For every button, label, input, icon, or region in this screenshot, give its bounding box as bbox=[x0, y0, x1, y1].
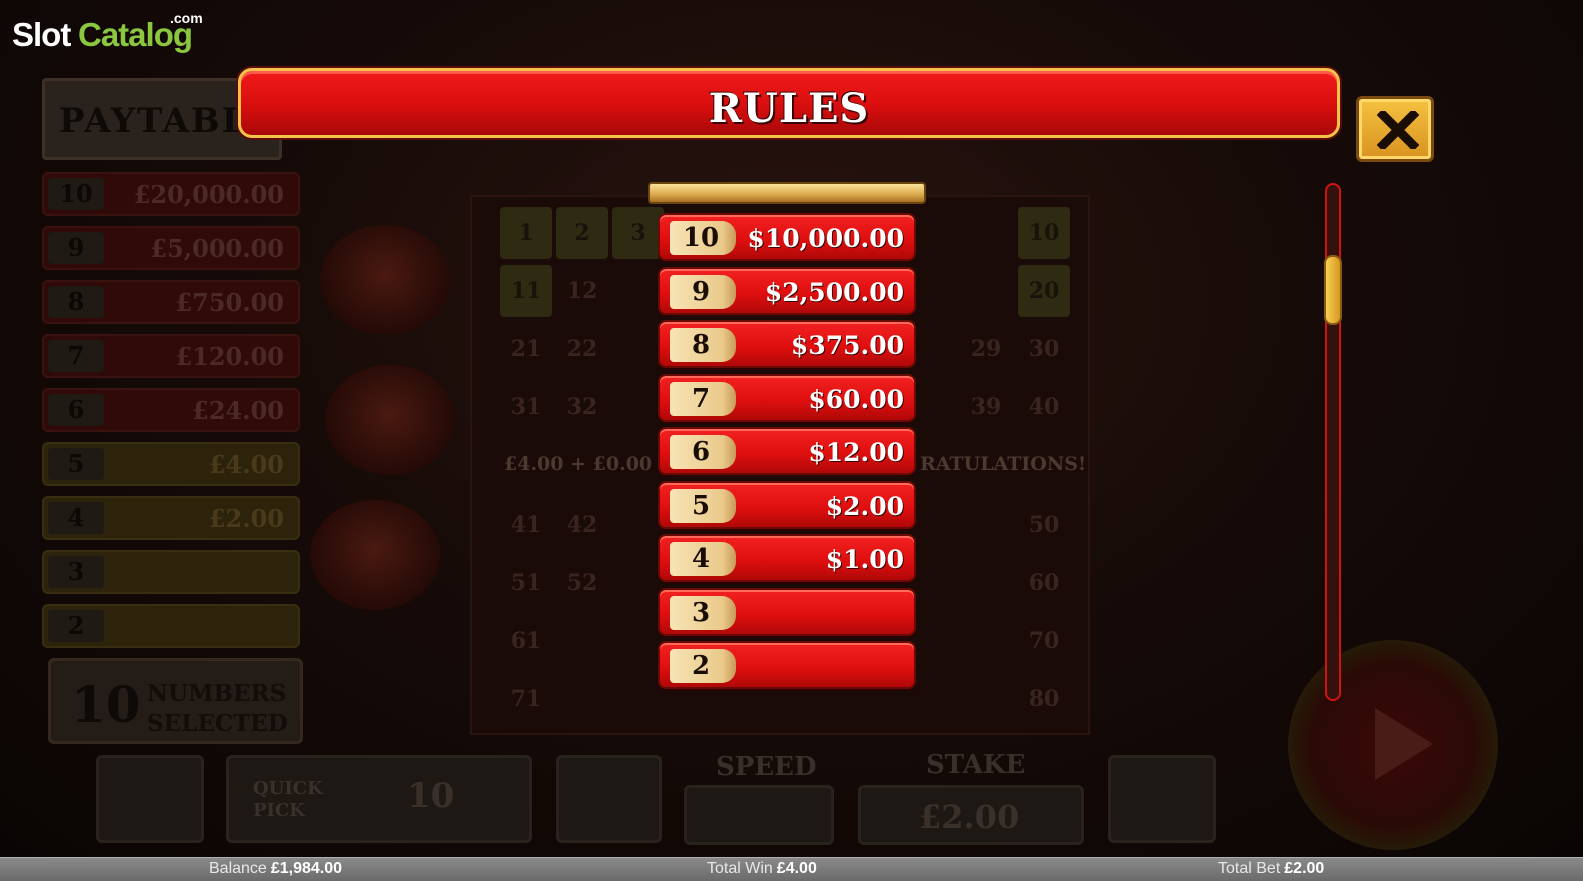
keno-number: 61 bbox=[510, 628, 542, 654]
prize-hits: 10 bbox=[670, 221, 736, 255]
menu-button[interactable] bbox=[96, 755, 204, 843]
prize-amount: $10,000.00 bbox=[747, 224, 904, 253]
congrats-message: RATULATIONS! bbox=[920, 453, 1087, 475]
paytable-row: 3 bbox=[42, 550, 300, 594]
lantern-decoration bbox=[325, 365, 455, 475]
prize-amount: $2.00 bbox=[825, 492, 904, 521]
prize-row: 9 $2,500.00 bbox=[658, 267, 916, 315]
keno-number: 50 bbox=[1028, 512, 1060, 538]
paytable-row: 8 £750.00 bbox=[42, 280, 300, 324]
prize-amount: $375.00 bbox=[790, 331, 904, 360]
balance-display: Balance £1,984.00 bbox=[209, 860, 343, 877]
lantern-decoration bbox=[310, 500, 440, 610]
keno-number: 39 bbox=[970, 394, 1002, 420]
paytable-row: 7 £120.00 bbox=[42, 334, 300, 378]
keno-number: 51 bbox=[510, 570, 542, 596]
close-button[interactable] bbox=[1356, 96, 1434, 162]
logo-com-text: .com bbox=[170, 10, 203, 26]
total-win-display: Total Win £4.00 bbox=[707, 860, 817, 877]
total-bet-display: Total Bet £2.00 bbox=[1218, 860, 1325, 877]
scroll-rod-decoration bbox=[648, 182, 926, 204]
paytable-row: 5 £4.00 bbox=[42, 442, 300, 486]
paytable-row: 2 bbox=[42, 604, 300, 648]
prize-row: 3 bbox=[658, 588, 916, 636]
prize-amount: $60.00 bbox=[808, 385, 904, 414]
keno-number: 70 bbox=[1028, 628, 1060, 654]
paytable-row: 4 £2.00 bbox=[42, 496, 300, 540]
paytable-row: 10 £20,000.00 bbox=[42, 172, 300, 216]
coins-button[interactable] bbox=[1108, 755, 1216, 843]
speed-control[interactable] bbox=[684, 785, 834, 845]
keno-number: 10 bbox=[1018, 207, 1070, 259]
prize-row: 8 $375.00 bbox=[658, 320, 916, 368]
rules-scrollbar-thumb[interactable] bbox=[1324, 255, 1342, 325]
keno-number: 42 bbox=[566, 512, 598, 538]
prize-hits: 3 bbox=[670, 596, 736, 630]
keno-number: 52 bbox=[566, 570, 598, 596]
keno-number: 32 bbox=[566, 394, 598, 420]
prize-hits: 6 bbox=[670, 435, 736, 469]
prize-row: 7 $60.00 bbox=[658, 374, 916, 422]
prize-amount: $2,500.00 bbox=[764, 278, 904, 307]
prize-row: 2 bbox=[658, 641, 916, 689]
logo-slot-text: Slot bbox=[12, 16, 71, 53]
prize-row: 10 $10,000.00 bbox=[658, 213, 916, 261]
prize-hits: 7 bbox=[670, 382, 736, 416]
keno-number: 29 bbox=[970, 336, 1002, 362]
quick-pick-control[interactable]: QUICK PICK 10 bbox=[226, 755, 532, 843]
numbers-selected-indicator: 10 NUMBERS SELECTED bbox=[48, 658, 303, 744]
keno-number: 71 bbox=[510, 686, 542, 712]
prize-hits: 4 bbox=[670, 542, 736, 576]
speed-label: SPEED bbox=[716, 752, 817, 782]
keno-number: 1 bbox=[500, 207, 552, 259]
keno-number: 3 bbox=[612, 207, 664, 259]
keno-number: 31 bbox=[510, 394, 542, 420]
keno-number: 80 bbox=[1028, 686, 1060, 712]
keno-number: 12 bbox=[566, 278, 598, 304]
play-icon bbox=[1375, 708, 1433, 780]
prize-hits: 5 bbox=[670, 489, 736, 523]
keno-number: 60 bbox=[1028, 570, 1060, 596]
keno-number: 20 bbox=[1018, 265, 1070, 317]
paytable-row: 6 £24.00 bbox=[42, 388, 300, 432]
keno-number: 30 bbox=[1028, 336, 1060, 362]
prize-hits: 9 bbox=[670, 275, 736, 309]
clear-button[interactable] bbox=[556, 755, 662, 843]
keno-number: 11 bbox=[500, 265, 552, 317]
stake-label: STAKE bbox=[926, 750, 1026, 780]
prize-amount: $1.00 bbox=[825, 545, 904, 574]
stake-control[interactable]: £2.00 bbox=[858, 785, 1084, 845]
paytable-panel: PAYTABLE 10 £20,000.00 9 £5,000.00 8 £75… bbox=[18, 60, 303, 750]
rules-title: RULES bbox=[708, 85, 870, 132]
win-message: £4.00 + £0.00 bbox=[504, 453, 653, 475]
lantern-decoration bbox=[320, 225, 450, 335]
keno-number: 21 bbox=[510, 336, 542, 362]
prize-row: 5 $2.00 bbox=[658, 481, 916, 529]
keno-number: 22 bbox=[566, 336, 598, 362]
status-footer: Balance £1,984.00 Total Win £4.00 Total Be… bbox=[0, 857, 1583, 881]
prize-hits: 2 bbox=[670, 649, 736, 683]
prize-amount: $12.00 bbox=[808, 438, 904, 467]
close-x-icon bbox=[1377, 111, 1419, 149]
prize-row: 4 $1.00 bbox=[658, 534, 916, 582]
paytable-row: 9 £5,000.00 bbox=[42, 226, 300, 270]
keno-number: 41 bbox=[510, 512, 542, 538]
keno-number: 40 bbox=[1028, 394, 1060, 420]
prize-hits: 8 bbox=[670, 328, 736, 362]
keno-number: 2 bbox=[556, 207, 608, 259]
prize-row: 6 $12.00 bbox=[658, 427, 916, 475]
rules-header-bar: RULES bbox=[238, 68, 1340, 138]
